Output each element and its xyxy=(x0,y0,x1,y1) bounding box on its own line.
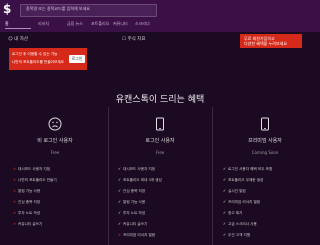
feature-item: ✕ 관심 종목 저장 xyxy=(13,200,41,204)
cross-icon: ✕ xyxy=(118,233,122,237)
signup-alert[interactable]: 무료 회원가입하고 다양한 혜택을 누려보세요 xyxy=(240,34,302,48)
login-required-line1: 로그인 후 이용할 수 있는 기능 xyxy=(12,52,58,56)
check-icon: ✓ xyxy=(118,189,122,193)
feature-item: ✕ 대시보드 사용자 지정 xyxy=(13,167,51,171)
feature-item: ✓ 광고 제거 xyxy=(223,211,243,215)
my-assets-label: ☺ 내 자산 xyxy=(8,37,28,42)
column-status: Free xyxy=(50,150,60,155)
login-button[interactable]: 로그인 xyxy=(69,55,85,63)
feature-item: ✕ 프리미엄 리서치 열람 xyxy=(118,233,156,237)
nav-item-research[interactable]: 리서치 xyxy=(38,21,49,27)
logo[interactable]: $ xyxy=(3,2,11,16)
stock-indicator-label: ☐ 주식 지표 xyxy=(122,37,146,42)
check-icon: ✓ xyxy=(223,189,227,193)
check-icon: ✓ xyxy=(223,200,227,204)
nav-item-portfolio[interactable]: 포트폴리오 xyxy=(91,21,109,27)
check-icon: ✓ xyxy=(118,200,122,204)
column-title: 로그인 사용자 xyxy=(145,138,175,144)
feature-item: ✓ 우선 고객 지원 xyxy=(223,233,251,237)
signup-alert-line2: 다양한 혜택을 누려보세요 xyxy=(244,41,288,46)
check-icon: ✓ xyxy=(223,222,227,226)
feature-item: ✕ 커뮤니티 글쓰기 xyxy=(13,222,43,226)
nav-item-community[interactable]: 커뮤니티 xyxy=(113,21,128,27)
mobile-phone-icon xyxy=(156,117,164,131)
cross-icon: ✕ xyxy=(13,200,17,204)
feature-item: ✓ 커뮤니티 글쓰기 xyxy=(118,222,148,226)
feature-item: ✕ 나만의 포트폴리오 만들기 xyxy=(13,178,57,182)
column-divider xyxy=(212,107,213,245)
feature-item: ✓ 투자 노트 작성 xyxy=(118,211,146,215)
column-title: 비 로그인 사용자 xyxy=(37,138,73,144)
benefit-column-member: 로그인 사용자 Free ✓ 대시보드 사용자 지정 ✓ 포트폴리오 최대 3개 생… xyxy=(110,107,210,245)
feature-item: ✓ 실시간 알림 xyxy=(223,189,246,193)
check-icon: ✓ xyxy=(118,211,122,215)
sad-face-icon xyxy=(48,117,62,131)
check-icon: ✓ xyxy=(118,167,122,171)
column-status: Free xyxy=(155,150,165,155)
nav-item-home[interactable]: 홈 xyxy=(5,21,9,27)
nav-active-indicator xyxy=(5,28,31,29)
benefit-column-premium: 프리미엄 사용자 Coming Soon ✓ 로그인 사용자 혜택 모두 포함 ✓… xyxy=(215,107,315,245)
feature-item: ✓ 대시보드 사용자 지정 xyxy=(118,167,156,171)
check-icon: ✓ xyxy=(118,178,122,182)
feature-item: ✓ 포트폴리오 최대 3개 생성 xyxy=(118,178,162,182)
cross-icon: ✕ xyxy=(13,211,17,215)
check-icon: ✓ xyxy=(223,233,227,237)
feature-item: ✓ 알림 기능 사용 xyxy=(118,200,146,204)
nav-item-news[interactable]: 금융 뉴스 xyxy=(67,21,83,27)
check-icon: ✓ xyxy=(223,211,227,215)
search-input[interactable]: 종목명 또는 종목코드를 입력해 보세요 xyxy=(20,4,157,17)
feature-item: ✕ 투자 노트 작성 xyxy=(13,211,41,215)
feature-item: ✓ 관심 종목 저장 xyxy=(118,189,146,193)
top-bar: $ 종목명 또는 종목코드를 입력해 보세요 홈 리서치 금융 뉴스 포트폴리오… xyxy=(0,0,320,32)
feature-item: ✓ 로그인 사용자 혜택 모두 포함 xyxy=(223,167,273,171)
login-required-line2: 나만의 포트폴리오를 만들어보세요 xyxy=(12,60,64,64)
benefit-column-guest: 비 로그인 사용자 Free ✕ 대시보드 사용자 지정 ✕ 나만의 포트폴리오 만… xyxy=(5,107,105,245)
feature-item: ✓ 고급 스크리너 사용 xyxy=(223,222,257,226)
check-icon: ✓ xyxy=(223,178,227,182)
feature-item: ✓ 프리미엄 리서치 열람 xyxy=(223,200,261,204)
benefits-heading: 유캔스톡이 드리는 혜택 xyxy=(115,95,205,105)
cross-icon: ✕ xyxy=(13,167,17,171)
mobile-phone-icon xyxy=(261,117,269,131)
column-status: Coming Soon xyxy=(251,150,279,155)
login-required-alert: 로그인 후 이용할 수 있는 기능 나만의 포트폴리오를 만들어보세요 로그인 xyxy=(9,48,87,70)
cross-icon: ✕ xyxy=(13,189,17,193)
check-icon: ✓ xyxy=(223,167,227,171)
column-title: 프리미엄 사용자 xyxy=(248,138,282,144)
cross-icon: ✕ xyxy=(13,222,17,226)
search-placeholder: 종목명 또는 종목코드를 입력해 보세요 xyxy=(26,6,90,11)
feature-item: ✓ 포트폴리오 무제한 생성 xyxy=(223,178,264,182)
nav-item-screener[interactable]: 스크리너 xyxy=(135,21,150,27)
main-nav: 홈 리서치 금융 뉴스 포트폴리오 커뮤니티 스크리너 xyxy=(0,20,320,29)
column-divider xyxy=(108,107,109,245)
check-icon: ✓ xyxy=(118,222,122,226)
feature-item: ✕ 알림 기능 사용 xyxy=(13,189,41,193)
cross-icon: ✕ xyxy=(13,178,17,182)
